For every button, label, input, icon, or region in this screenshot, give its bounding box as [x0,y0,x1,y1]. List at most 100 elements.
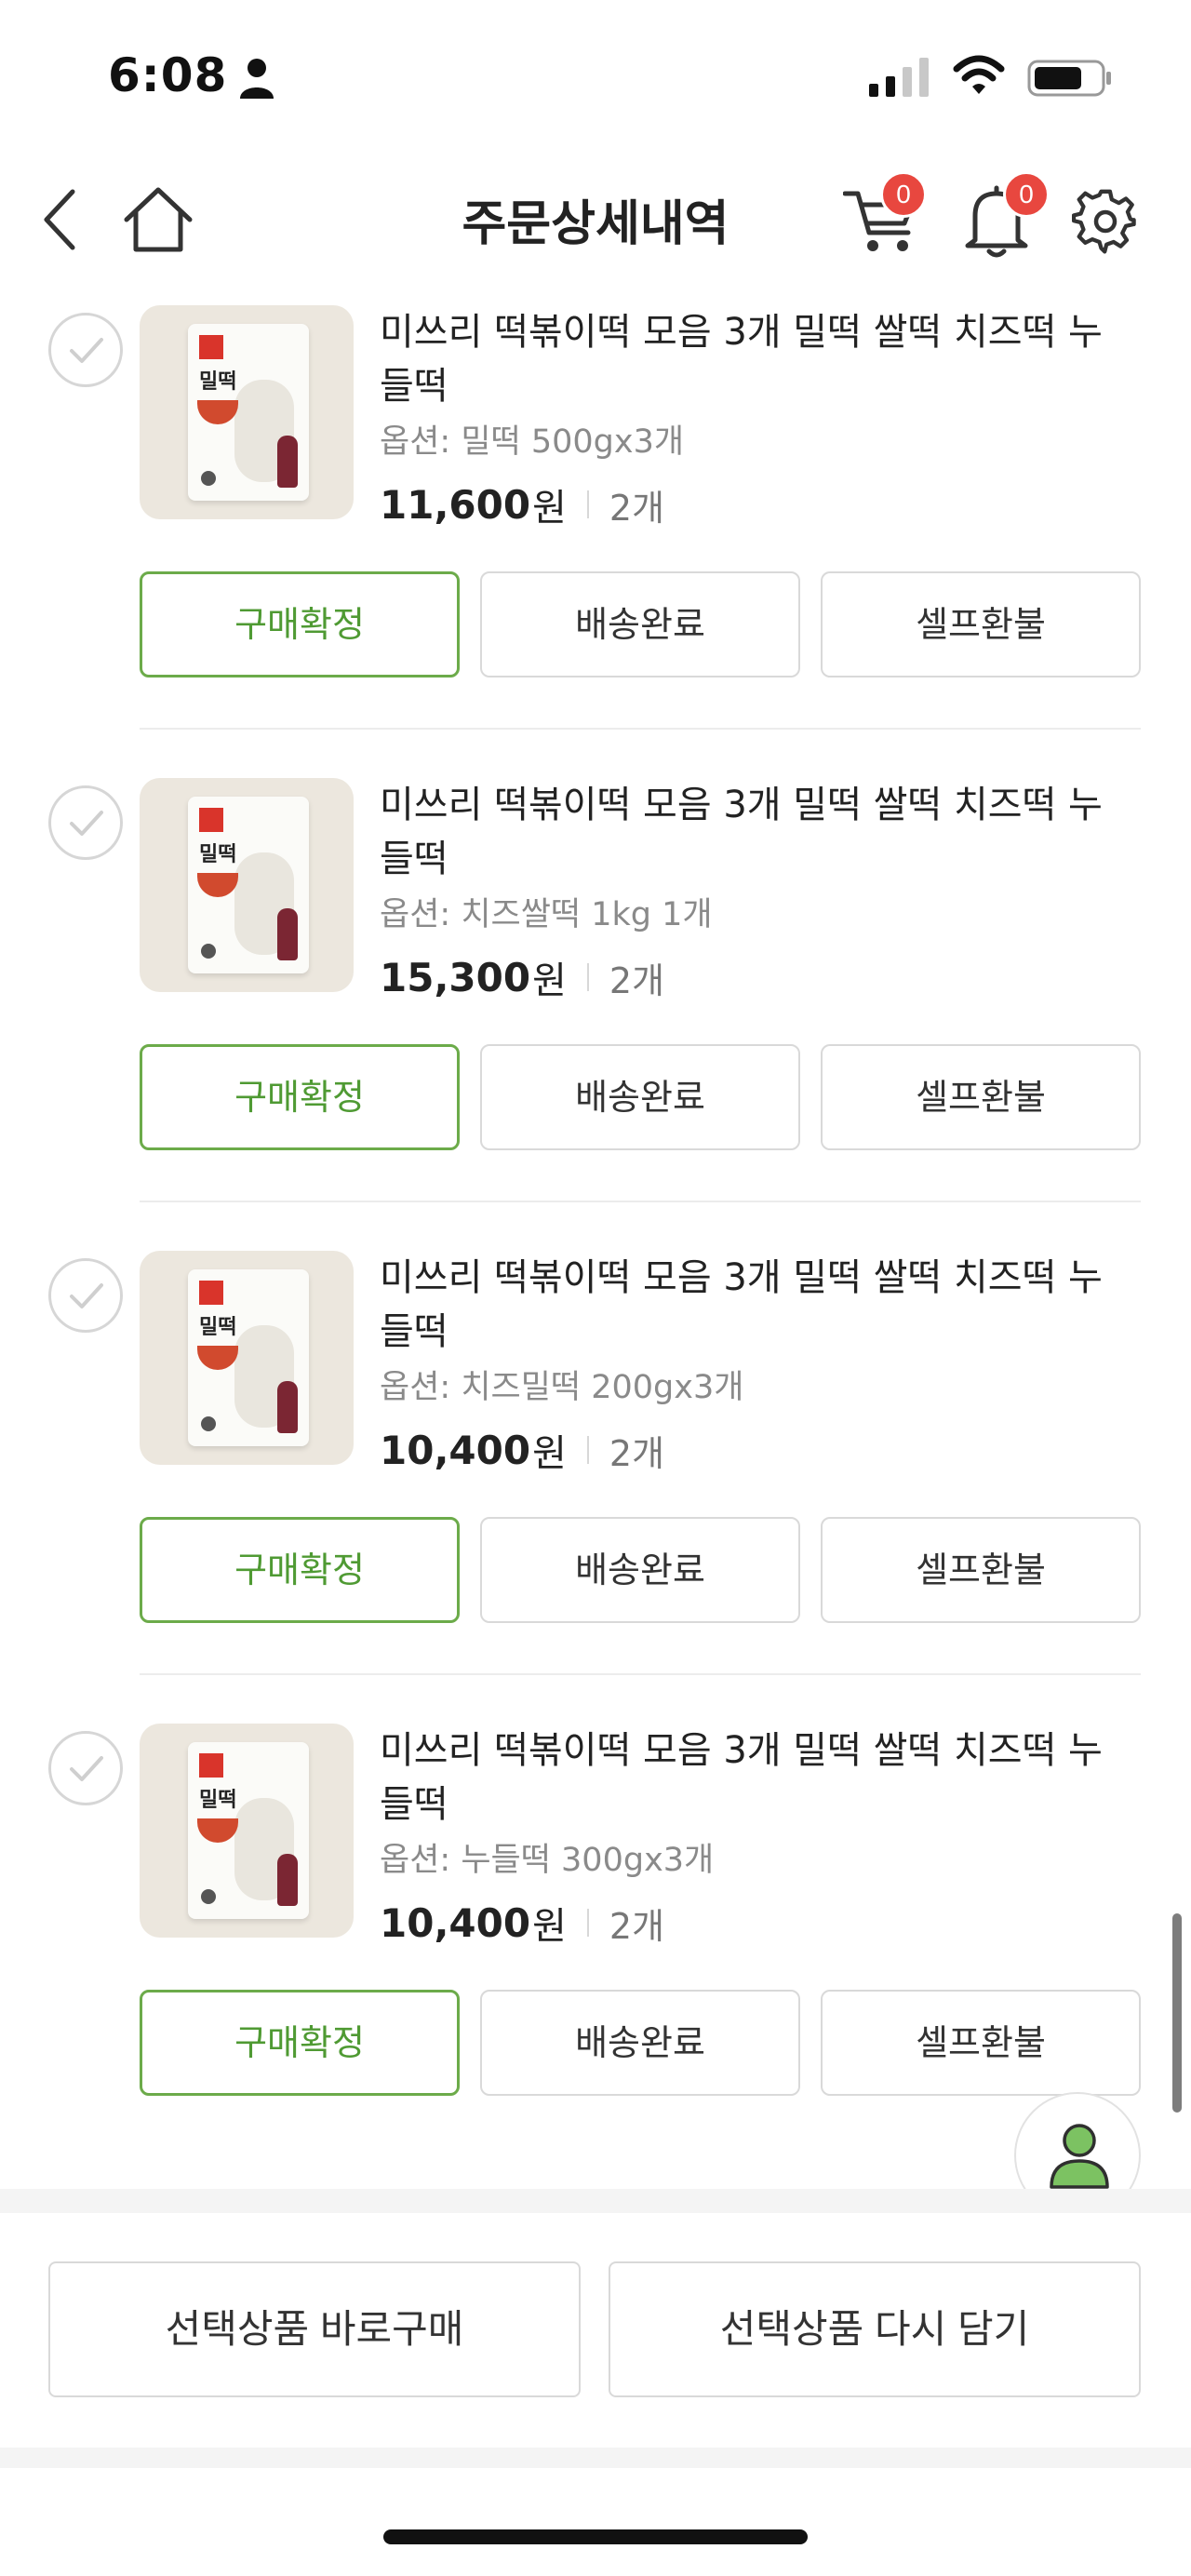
product-option: 옵션: 치즈밀떡 200gx3개 [380,1369,744,1406]
seal-mark [201,944,216,959]
order-item: 밀떡 미쓰리 떡볶이떡 모음 3개 밀떡 쌀떡 치즈떡 누들떡 옵션: 누들떡 … [0,1724,1191,2196]
wifi-icon [953,55,1005,94]
product-quantity: 2개 [609,959,665,1001]
tteokbokki-bowl-graphic [197,1818,238,1843]
delivery-complete-button[interactable]: 배송완료 [480,571,800,678]
status-bar: 6:08 [0,0,1191,149]
currency-unit: 원 [532,1905,567,1948]
figure-graphic [277,436,298,488]
self-refund-button[interactable]: 셀프환불 [821,1517,1141,1623]
product-thumbnail[interactable]: 밀떡 [140,1724,354,1938]
cart-count-badge: 0 [880,171,927,218]
purchase-confirm-button[interactable]: 구매확정 [140,1990,460,2096]
price-row: 15,300 원 2개 [380,951,664,1003]
section-divider [0,2189,1191,2213]
product-name[interactable]: 미쓰리 떡볶이떡 모음 3개 밀떡 쌀떡 치즈떡 누들떡 [380,778,1124,886]
check-icon [70,338,103,363]
price-row: 10,400 원 2개 [380,1897,664,1949]
section-divider [0,2448,1191,2468]
package-label: 밀떡 [199,843,237,866]
price-row: 11,600 원 2개 [380,478,664,530]
product-price: 10,400 [380,1899,531,1946]
currency-unit: 원 [532,487,567,530]
self-refund-button[interactable]: 셀프환불 [821,1990,1141,2096]
item-select-checkbox[interactable] [48,1731,123,1805]
item-select-checkbox[interactable] [48,313,123,387]
bottom-actions: 선택상품 바로구매 선택상품 다시 담기 [0,2213,1191,2448]
product-option: 옵션: 밀떡 500gx3개 [380,423,685,461]
product-price: 10,400 [380,1427,531,1473]
purchase-confirm-button[interactable]: 구매확정 [140,571,460,678]
product-name[interactable]: 미쓰리 떡볶이떡 모음 3개 밀떡 쌀떡 치즈떡 누들떡 [380,305,1124,413]
brand-logo [199,808,223,832]
separator [586,490,589,518]
seal-mark [201,1889,216,1904]
gear-icon[interactable] [1072,188,1139,255]
figure-graphic [277,1381,298,1433]
person-icon [240,59,274,99]
tteokbokki-bowl-graphic [197,873,238,897]
item-divider [140,1201,1141,1202]
top-navigation-bar: 주문상세내역 0 0 [0,158,1191,279]
separator [586,1436,589,1464]
product-thumbnail[interactable]: 밀떡 [140,1251,354,1465]
add-selected-to-cart-button[interactable]: 선택상품 다시 담기 [609,2261,1141,2397]
brand-logo [199,1753,223,1778]
figure-graphic [277,908,298,960]
profile-icon [1050,2124,1109,2189]
status-time: 6:08 [108,48,228,102]
delivery-complete-button[interactable]: 배송완료 [480,1990,800,2096]
check-icon [70,1283,103,1308]
separator [586,1909,589,1937]
seal-mark [201,471,216,486]
product-thumbnail[interactable]: 밀떡 [140,778,354,992]
product-package: 밀떡 [188,1269,309,1446]
item-select-checkbox[interactable] [48,785,123,860]
order-item: 밀떡 미쓰리 떡볶이떡 모음 3개 밀떡 쌀떡 치즈떡 누들떡 옵션: 밀떡 5… [0,305,1191,778]
check-icon [70,811,103,836]
separator [586,963,589,991]
product-option: 옵션: 치즈쌀떡 1kg 1개 [380,896,713,933]
product-option: 옵션: 누들떡 300gx3개 [380,1842,715,1879]
signal-icon [869,58,929,97]
buy-selected-now-button[interactable]: 선택상품 바로구매 [48,2261,581,2397]
package-label: 밀떡 [199,1316,237,1339]
purchase-confirm-button[interactable]: 구매확정 [140,1517,460,1623]
product-name[interactable]: 미쓰리 떡볶이떡 모음 3개 밀떡 쌀떡 치즈떡 누들떡 [380,1724,1124,1831]
package-label: 밀떡 [199,1789,237,1812]
product-package: 밀떡 [188,324,309,501]
figure-graphic [277,1854,298,1906]
tteokbokki-bowl-graphic [197,1346,238,1370]
scrollbar[interactable] [1172,1913,1182,2113]
product-quantity: 2개 [609,487,665,529]
delivery-complete-button[interactable]: 배송완료 [480,1044,800,1150]
product-quantity: 2개 [609,1432,665,1474]
self-refund-button[interactable]: 셀프환불 [821,1044,1141,1150]
seal-mark [201,1416,216,1431]
self-refund-button[interactable]: 셀프환불 [821,571,1141,678]
brand-logo [199,335,223,359]
price-row: 10,400 원 2개 [380,1424,664,1476]
check-icon [70,1756,103,1781]
item-divider [140,728,1141,730]
product-thumbnail[interactable]: 밀떡 [140,305,354,519]
purchase-confirm-button[interactable]: 구매확정 [140,1044,460,1150]
tteokbokki-bowl-graphic [197,400,238,424]
product-name[interactable]: 미쓰리 떡볶이떡 모음 3개 밀떡 쌀떡 치즈떡 누들떡 [380,1251,1124,1359]
item-divider [140,1673,1141,1675]
currency-unit: 원 [532,959,567,1002]
product-package: 밀떡 [188,1742,309,1919]
order-item: 밀떡 미쓰리 떡볶이떡 모음 3개 밀떡 쌀떡 치즈떡 누들떡 옵션: 치즈밀떡… [0,1251,1191,1724]
product-price: 11,600 [380,481,531,528]
product-package: 밀떡 [188,797,309,973]
home-indicator[interactable] [383,2529,808,2544]
notification-count-badge: 0 [1003,171,1050,218]
order-item: 밀떡 미쓰리 떡볶이떡 모음 3개 밀떡 쌀떡 치즈떡 누들떡 옵션: 치즈쌀떡… [0,778,1191,1251]
brand-logo [199,1281,223,1305]
product-price: 15,300 [380,954,531,1000]
product-quantity: 2개 [609,1905,665,1947]
delivery-complete-button[interactable]: 배송완료 [480,1517,800,1623]
item-select-checkbox[interactable] [48,1258,123,1333]
battery-icon [1027,60,1111,97]
package-label: 밀떡 [199,370,237,394]
